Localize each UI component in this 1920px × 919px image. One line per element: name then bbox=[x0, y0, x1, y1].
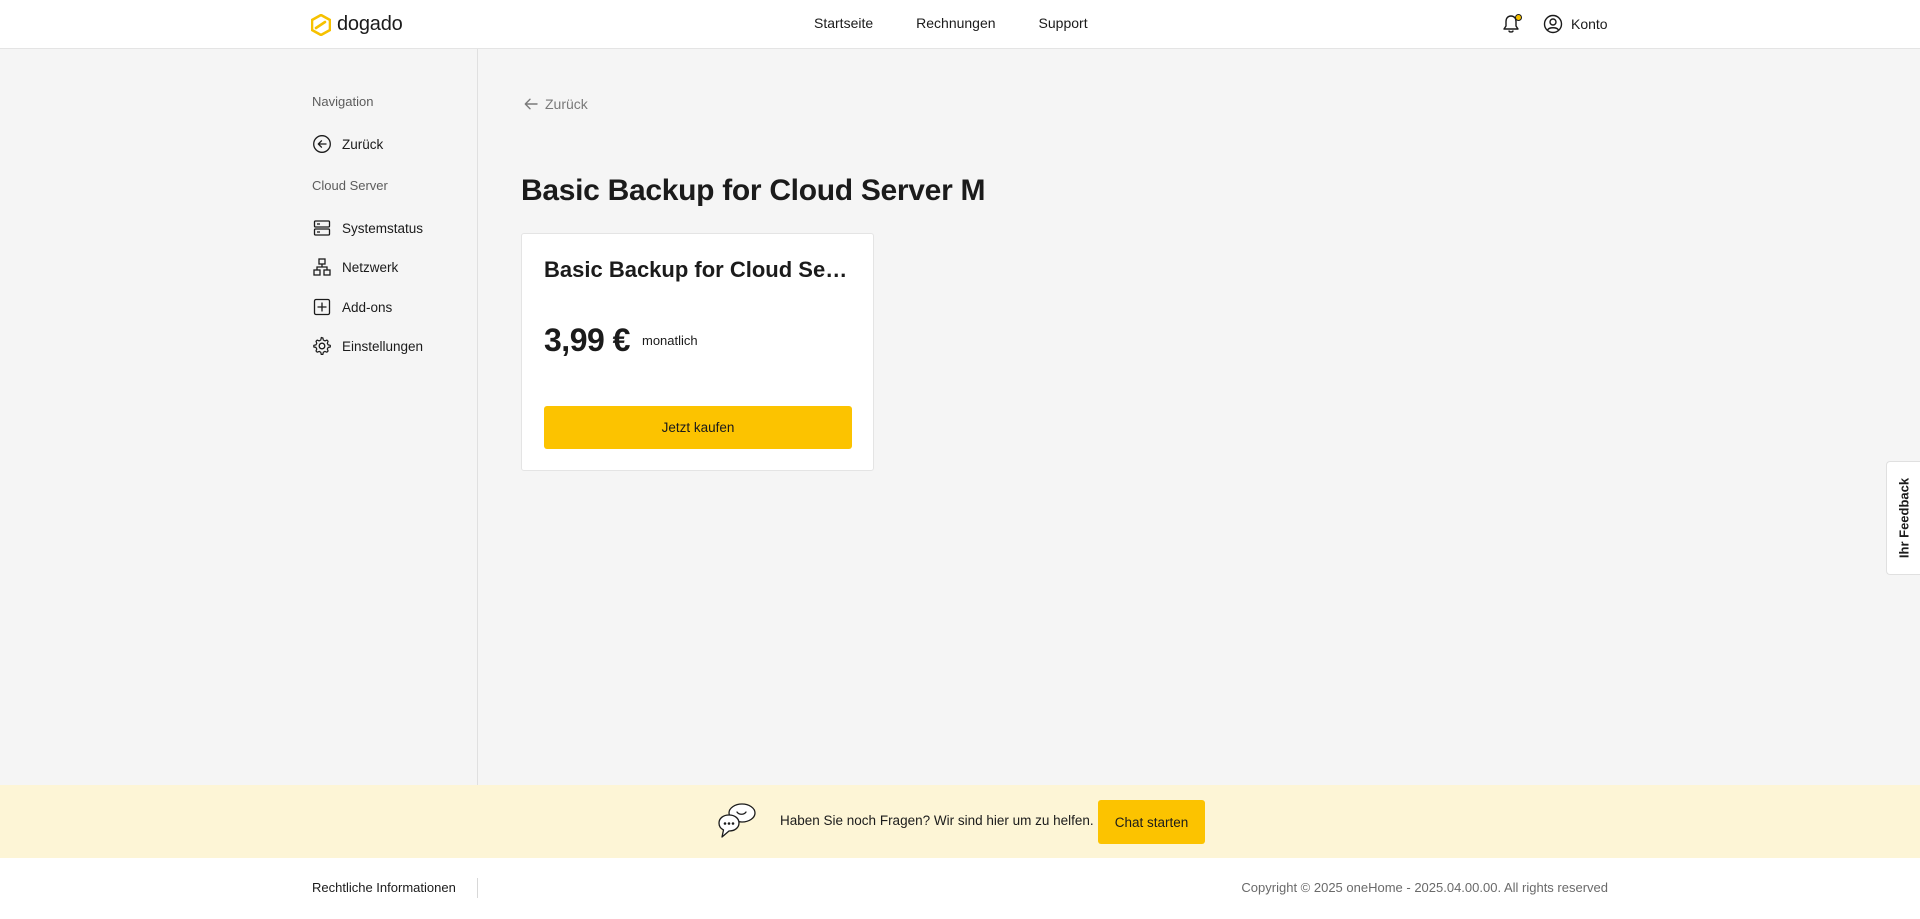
product-price: 3,99 € bbox=[544, 322, 630, 358]
sidebar-heading-navigation: Navigation bbox=[312, 94, 374, 109]
sidebar: Navigation Zurück Cloud Server Systemsta… bbox=[0, 49, 478, 785]
sidebar-item-label: Add-ons bbox=[342, 299, 393, 315]
top-header: dogado Startseite Rechnungen Support Kon… bbox=[0, 0, 1920, 49]
server-icon bbox=[313, 220, 331, 236]
feedback-tab[interactable]: Ihr Feedback bbox=[1886, 461, 1920, 575]
gear-icon bbox=[313, 336, 331, 355]
chat-bubbles-icon bbox=[718, 803, 756, 838]
account-label: Konto bbox=[1571, 16, 1608, 32]
sidebar-item-label: Zurück bbox=[342, 136, 384, 152]
arrow-left-circle-icon bbox=[313, 135, 331, 153]
user-icon bbox=[1543, 14, 1563, 34]
nav-rechnungen[interactable]: Rechnungen bbox=[916, 15, 995, 31]
sidebar-item-add-ons[interactable]: Add-ons bbox=[312, 297, 392, 317]
plus-square-icon bbox=[313, 298, 331, 316]
feedback-label: Ihr Feedback bbox=[1896, 477, 1911, 559]
logo-text: dogado bbox=[337, 13, 403, 35]
sidebar-item-back[interactable]: Zurück bbox=[312, 134, 383, 154]
help-bar: Haben Sie noch Fragen? Wir sind hier um … bbox=[0, 785, 1920, 858]
nav-support[interactable]: Support bbox=[1039, 15, 1088, 31]
page-title: Basic Backup for Cloud Server M bbox=[521, 174, 986, 207]
back-link-label: Zurück bbox=[545, 96, 588, 112]
nav-startseite[interactable]: Startseite bbox=[814, 15, 873, 31]
copyright-text: Copyright © 2025 oneHome - 2025.04.00.00… bbox=[1241, 880, 1608, 895]
sidebar-heading-cloud-server: Cloud Server bbox=[312, 178, 388, 193]
help-text: Haben Sie noch Fragen? Wir sind hier um … bbox=[780, 813, 1094, 828]
sidebar-item-netzwerk[interactable]: Netzwerk bbox=[312, 257, 398, 277]
dogado-logo-icon bbox=[311, 13, 331, 36]
top-navigation: Startseite Rechnungen Support bbox=[814, 15, 1088, 31]
sidebar-item-label: Netzwerk bbox=[342, 259, 399, 275]
footer-divider bbox=[477, 878, 478, 898]
product-card: Basic Backup for Cloud Server M 3,99 € m… bbox=[521, 233, 874, 471]
sidebar-item-label: Einstellungen bbox=[342, 338, 424, 354]
network-icon bbox=[313, 258, 331, 276]
arrow-left-icon bbox=[524, 98, 538, 110]
sidebar-item-systemstatus[interactable]: Systemstatus bbox=[312, 218, 423, 238]
dogado-logo[interactable]: dogado bbox=[311, 13, 403, 36]
footer: Rechtliche Informationen Copyright © 202… bbox=[0, 858, 1920, 919]
account-menu[interactable]: Konto bbox=[1543, 14, 1608, 34]
price-period: monatlich bbox=[642, 333, 698, 348]
product-title: Basic Backup for Cloud Server M bbox=[544, 257, 854, 282]
start-chat-button[interactable]: Chat starten bbox=[1098, 800, 1205, 844]
sidebar-item-label: Systemstatus bbox=[342, 220, 424, 236]
legal-info-link[interactable]: Rechtliche Informationen bbox=[312, 880, 456, 895]
sidebar-item-einstellungen[interactable]: Einstellungen bbox=[312, 336, 423, 356]
back-link[interactable]: Zurück bbox=[523, 96, 588, 112]
notification-badge bbox=[1515, 14, 1522, 21]
buy-now-button[interactable]: Jetzt kaufen bbox=[544, 406, 852, 449]
